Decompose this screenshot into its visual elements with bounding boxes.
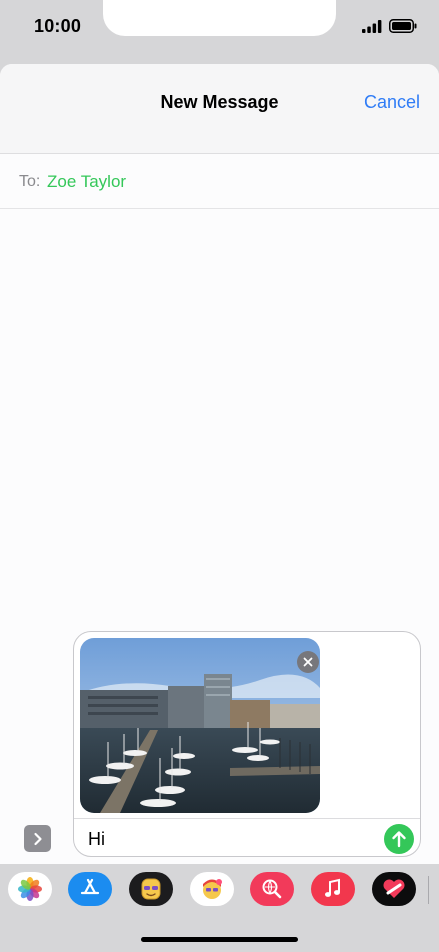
chevron-right-icon xyxy=(33,832,42,845)
cancel-button[interactable]: Cancel xyxy=(364,92,420,113)
memoji-icon[interactable] xyxy=(129,872,173,906)
recipient-name[interactable]: Zoe Taylor xyxy=(47,172,126,192)
arrow-up-icon xyxy=(392,831,406,848)
message-input[interactable]: Hi xyxy=(88,829,105,850)
sheet-header: New Message Cancel xyxy=(0,64,439,154)
compose-divider xyxy=(74,818,420,819)
device-screen: 10:00 New Message Cancel To: Zoe Taylor xyxy=(0,0,439,952)
memoji-stickers-icon[interactable] xyxy=(190,872,234,906)
status-icons xyxy=(362,19,417,33)
expand-apps-button[interactable] xyxy=(24,825,51,852)
notch xyxy=(103,0,336,36)
recipient-field[interactable]: To: Zoe Taylor xyxy=(0,155,439,209)
remove-attachment-button[interactable] xyxy=(297,651,319,673)
send-button[interactable] xyxy=(384,824,414,854)
drawer-separator xyxy=(428,876,429,904)
music-icon[interactable] xyxy=(311,872,355,906)
battery-icon xyxy=(389,19,417,33)
status-time: 10:00 xyxy=(34,16,82,36)
home-indicator[interactable] xyxy=(141,937,298,942)
photos-app-icon[interactable] xyxy=(8,872,52,906)
compose-field[interactable]: Hi xyxy=(73,631,421,857)
digital-touch-icon[interactable] xyxy=(372,872,416,906)
to-label: To: xyxy=(19,173,41,190)
close-icon xyxy=(303,657,313,667)
cellular-signal-icon xyxy=(362,19,382,33)
app-store-icon[interactable] xyxy=(68,872,112,906)
photo-thumbnail xyxy=(80,638,320,813)
photo-attachment[interactable] xyxy=(80,638,320,813)
images-search-icon[interactable] xyxy=(250,872,294,906)
